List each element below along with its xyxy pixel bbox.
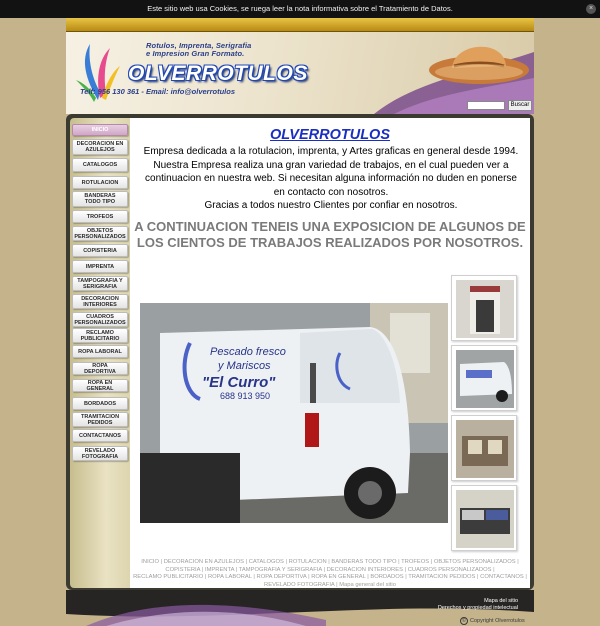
van-image: Pescado fresco y Mariscos "El Curro" 688… xyxy=(140,303,448,523)
thumbnail-image xyxy=(456,420,514,478)
thumbnail-1[interactable] xyxy=(451,275,517,341)
close-icon[interactable]: × xyxy=(586,4,596,14)
thumbnail-image xyxy=(456,490,514,548)
footer-link[interactable]: BORDADOS xyxy=(370,574,403,580)
cookie-banner: Este sitio web usa Cookies, se ruega lee… xyxy=(0,0,600,18)
sidebar-item[interactable]: ROPA DEPORTIVA xyxy=(72,362,128,375)
sidebar-item[interactable]: TROFEOS xyxy=(72,210,128,223)
thumbnail-image xyxy=(456,350,514,408)
thumbnail-3[interactable] xyxy=(451,415,517,481)
footer-link[interactable]: REVELADO FOTOGRAFIA xyxy=(264,582,334,588)
footer-link[interactable]: CONTACTANOS xyxy=(480,574,524,580)
sidebar-item[interactable]: BORDADOS xyxy=(72,397,128,410)
sidebar-item[interactable]: COPISTERIA xyxy=(72,244,128,257)
footer-link[interactable]: CATALOGOS xyxy=(249,559,284,565)
thumbnail-4[interactable] xyxy=(451,485,517,551)
footer-link[interactable]: TRAMITACION PEDIDOS xyxy=(408,574,475,580)
footer-link[interactable]: CUADROS PERSONALIZADOS xyxy=(408,567,492,573)
thumbnail-2[interactable] xyxy=(451,345,517,411)
sidebar-item[interactable]: DECORACION INTERIORES xyxy=(72,294,128,309)
sidebar-item[interactable]: RECLAMO PUBLICITARIO xyxy=(72,328,128,343)
sidebar-item[interactable]: TRAMITACION PEDIDOS xyxy=(72,412,128,427)
footer-link[interactable]: OBJETOS PERSONALIZADOS xyxy=(434,559,516,565)
copyright-icon: © xyxy=(460,617,468,625)
sidebar-item[interactable]: OBJETOS PERSONALIZADOS xyxy=(72,226,128,241)
van-text-line-2: y Mariscos xyxy=(217,360,271,372)
cookie-text: Este sitio web usa Cookies, se ruega lee… xyxy=(147,4,453,13)
footer-links: INICIO | DECORACION EN AZULEJOS | CATALO… xyxy=(133,559,527,588)
site-logo[interactable]: OLVERROTULOS xyxy=(128,62,308,86)
site-header: Rotulos, Imprenta, Serigrafia e Impresio… xyxy=(66,32,534,114)
rights-link[interactable]: Derechos y propiedad intelectual xyxy=(438,605,518,611)
tagline: Rotulos, Imprenta, Serigrafia e Impresio… xyxy=(146,42,251,58)
footer-link[interactable]: ROPA EN GENERAL xyxy=(311,574,365,580)
footer-link[interactable]: DECORACION EN AZULEJOS xyxy=(164,559,244,565)
sidebar-item[interactable]: CATALOGOS xyxy=(72,158,128,172)
sidebar-item[interactable]: INICIO xyxy=(72,124,128,136)
search-button[interactable]: Buscar xyxy=(508,100,532,111)
tagline-line-2: e Impresion Gran Formato. xyxy=(146,49,245,58)
copyright: © Copyright Olverrotulos xyxy=(460,617,525,625)
sidebar-item[interactable]: CONTACTANOS xyxy=(72,429,128,442)
footer-link[interactable]: TAMPOGRAFIA Y SERIGRAFIA xyxy=(239,567,322,573)
contact-info: Telf: 956 130 361 - Email: info@olverrot… xyxy=(80,87,235,96)
footer-link[interactable]: TROFEOS xyxy=(401,559,429,565)
sidebar-item[interactable]: ROTULACION xyxy=(72,176,128,189)
main-photo: Pescado fresco y Mariscos "El Curro" 688… xyxy=(140,303,448,523)
footer-link[interactable]: IMPRENTA xyxy=(205,567,234,573)
thanks-text: Gracias a todos nuestro Clientes por con… xyxy=(204,200,458,211)
footer-link[interactable]: INICIO xyxy=(141,559,159,565)
intro-paragraph: Empresa dedicada a la rotulacion, impren… xyxy=(143,146,519,198)
van-phone: 688 913 950 xyxy=(220,391,270,401)
exhibition-headline: A CONTINUACION TENEIS UNA EXPOSICION DE … xyxy=(134,219,526,250)
sidebar-item[interactable]: TAMPOGRAFIA Y SERIGRAFIA xyxy=(72,276,128,291)
search-input[interactable] xyxy=(467,101,505,110)
sitemap-link[interactable]: Mapa del sitio xyxy=(484,598,518,604)
sidebar-item[interactable]: IMPRENTA xyxy=(72,260,128,273)
sidebar-item[interactable]: REVELADO FOTOGRAFIA xyxy=(72,446,128,461)
top-strip xyxy=(66,18,534,32)
sidebar-item[interactable]: BANDERAS TODO TIPO xyxy=(72,191,128,207)
van-text-line-1: Pescado fresco xyxy=(210,346,286,358)
footer-link[interactable]: BANDERAS TODO TIPO xyxy=(331,559,396,565)
footer-link[interactable]: ROPA LABORAL xyxy=(208,574,252,580)
intro-text: Empresa dedicada a la rotulacion, impren… xyxy=(140,145,522,213)
footer-link[interactable]: RECLAMO PUBLICITARIO xyxy=(133,574,203,580)
footer-link[interactable]: ROTULACION xyxy=(289,559,327,565)
sidebar-item[interactable]: DECORACION EN AZULEJOS xyxy=(72,139,128,155)
sidebar-item[interactable]: ROPA EN GENERAL xyxy=(72,379,128,392)
sidebar-item[interactable]: ROPA LABORAL xyxy=(72,345,128,358)
van-text-line-3: "El Curro" xyxy=(202,374,276,391)
copyright-text: Copyright Olverrotulos xyxy=(470,618,525,624)
sidebar-item[interactable]: CUADROS PERSONALIZADOS xyxy=(72,312,128,327)
footer-link[interactable]: DECORACION INTERIORES xyxy=(327,567,403,573)
footer-link[interactable]: COPISTERIA xyxy=(165,567,200,573)
thumbnail-image xyxy=(456,280,514,338)
footer-link[interactable]: Mapa general del sitio xyxy=(339,582,396,588)
page-title[interactable]: OLVERROTULOS xyxy=(130,127,530,143)
footer-link[interactable]: ROPA DEPORTIVA xyxy=(257,574,307,580)
